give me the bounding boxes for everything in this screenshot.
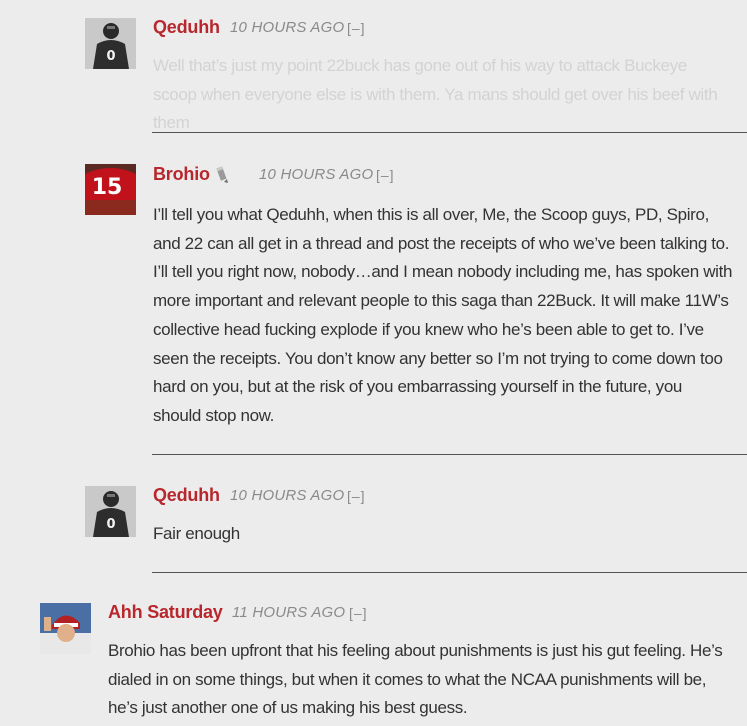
comment: 0 Qeduhh 10 HOURS AGO [–] Well that’s ju…: [0, 0, 747, 140]
svg-text:0: 0: [106, 517, 115, 532]
collapse-toggle[interactable]: [–]: [347, 488, 366, 504]
comment-author[interactable]: Ahh Saturday: [108, 602, 223, 623]
svg-text:0: 0: [106, 49, 115, 64]
avatar[interactable]: [40, 603, 91, 654]
comment-body: I’ll tell you what Qeduhh, when this is …: [153, 205, 733, 425]
comment: Ahh Saturday 11 HOURS AGO [–] Brohio has…: [0, 580, 747, 726]
comment-author[interactable]: Qeduhh: [153, 485, 220, 506]
pencil-badge-icon: [215, 166, 229, 184]
comment-divider: [152, 454, 747, 455]
collapse-toggle[interactable]: [–]: [347, 20, 366, 36]
comment-body: Well that’s just my point 22buck has gon…: [153, 56, 718, 133]
comment-divider: [152, 132, 747, 133]
collapse-toggle[interactable]: [–]: [376, 167, 395, 183]
avatar[interactable]: 15: [85, 164, 136, 215]
avatar[interactable]: 0: [85, 18, 136, 69]
collapse-toggle[interactable]: [–]: [349, 605, 368, 621]
comment-body: Brohio has been upfront that his feeling…: [108, 641, 723, 718]
comment-timestamp[interactable]: 10 HOURS AGO: [259, 166, 373, 183]
comment-author[interactable]: Brohio: [153, 164, 210, 185]
comment-timestamp[interactable]: 10 HOURS AGO: [230, 19, 344, 36]
comment-author[interactable]: Qeduhh: [153, 17, 220, 38]
svg-text:15: 15: [92, 175, 123, 200]
comment-divider: [152, 572, 747, 573]
comment-timestamp[interactable]: 11 HOURS AGO: [232, 604, 345, 621]
comment: 0 Qeduhh 10 HOURS AGO [–] Fair enough: [0, 460, 747, 580]
avatar[interactable]: 0: [85, 486, 136, 537]
comment: 15 Brohio 10 HOURS AGO [–] I’ll tell you…: [0, 140, 747, 460]
comment-timestamp[interactable]: 10 HOURS AGO: [230, 487, 344, 504]
comment-body: Fair enough: [153, 524, 240, 543]
